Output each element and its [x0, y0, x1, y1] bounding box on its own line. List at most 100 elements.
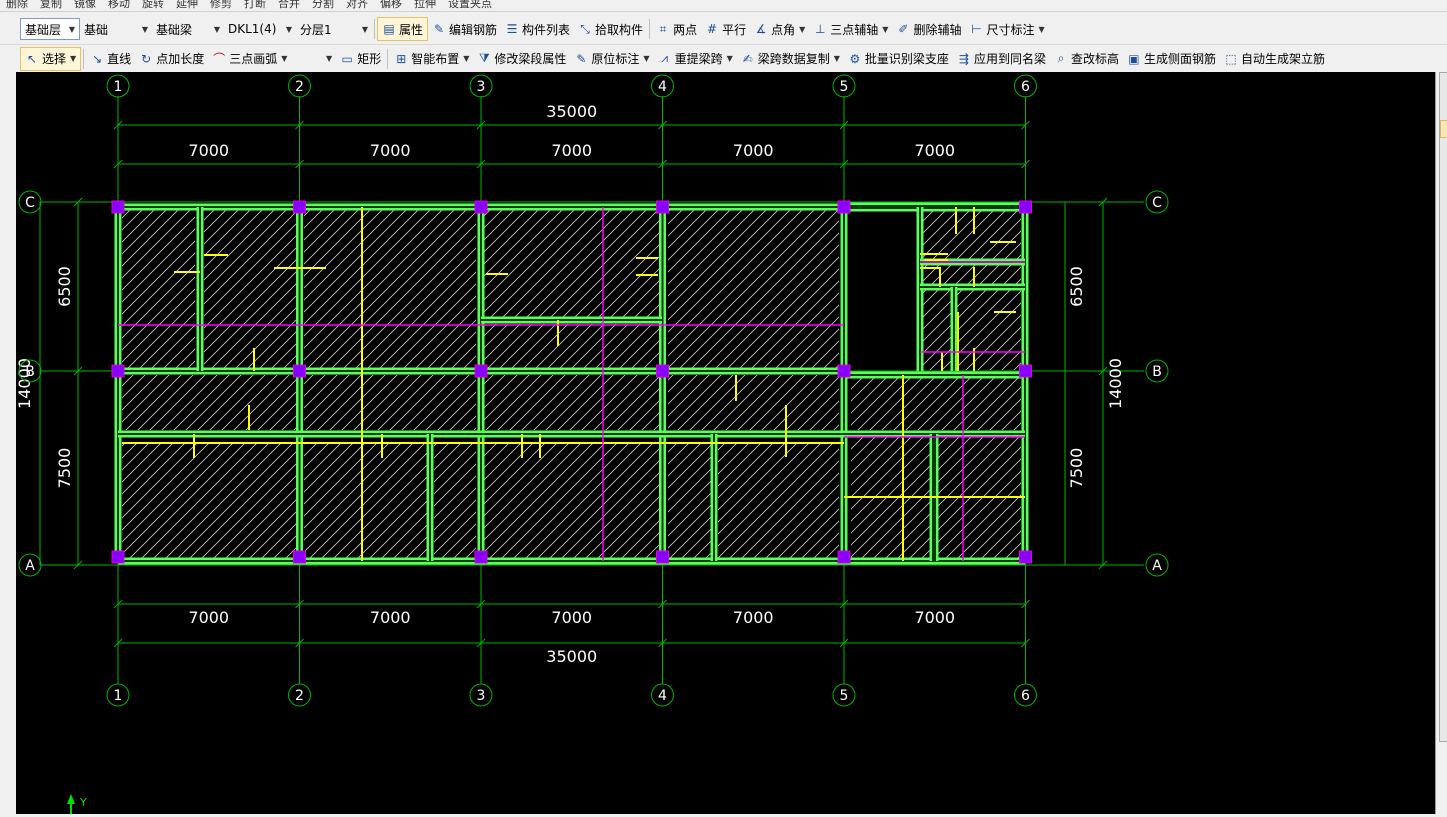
top-strip-item[interactable]: 删除: [0, 0, 34, 11]
vertical-scrollbar[interactable]: [1439, 72, 1447, 742]
axis-label-3: 3: [477, 688, 486, 704]
layer-select[interactable]: 基础层 ▼: [20, 18, 80, 40]
column: [474, 550, 488, 564]
span-icon: ⩘: [661, 51, 668, 65]
slab: [484, 375, 659, 430]
top-strip-item[interactable]: 设置夹点: [442, 0, 498, 11]
column: [111, 200, 125, 214]
component-select[interactable]: DKL1(4) ▼: [224, 18, 296, 40]
span-dimension-label: 7000: [733, 608, 774, 627]
three-point-axis-button[interactable]: ⊥ 三点辅轴 ▼: [809, 18, 892, 40]
column: [837, 364, 851, 378]
stand-rebar-button[interactable]: ⬚ 自动生成架立筋: [1220, 48, 1329, 70]
cad-drawing[interactable]: 35000 7000 7000 7000 7000 7000 7000 7000 7000 700…: [15, 72, 1435, 814]
total-width-label: 35000: [546, 647, 597, 666]
apply-same-button[interactable]: ⇶ 应用到同名梁: [953, 48, 1050, 70]
smart-layout-button[interactable]: ⊞ 智能布置 ▼: [390, 48, 473, 70]
point-angle-button[interactable]: ∡ 点角 ▼: [750, 18, 809, 40]
point-length-label: 点加长度: [156, 52, 205, 66]
rect-button[interactable]: ▭ 矩形: [336, 48, 385, 70]
line-button[interactable]: ↘ 直线: [86, 48, 135, 70]
reextract-span-button[interactable]: ⩘ 重提梁跨 ▼: [654, 48, 737, 70]
copy-span-data-button[interactable]: ✍ 梁跨数据复制 ▼: [737, 48, 844, 70]
top-strip-item[interactable]: 分割: [306, 0, 340, 11]
column: [111, 364, 125, 378]
two-points-label: 两点: [673, 22, 698, 37]
panel-tab[interactable]: [1440, 120, 1447, 138]
top-strip-item[interactable]: 镜像: [68, 0, 102, 11]
type-select[interactable]: 基础 ▼: [80, 18, 152, 40]
modify-elev-button[interactable]: ⌕ 查改标高: [1050, 48, 1123, 70]
two-points-button[interactable]: ⌗ 两点: [652, 18, 701, 40]
component-list-button[interactable]: ☰ 构件列表: [501, 18, 574, 40]
select-button[interactable]: ↖ 选择 ▼: [20, 46, 82, 71]
delete-axis-label: 删除辅轴: [913, 22, 962, 37]
axis-label-B: B: [1152, 364, 1162, 380]
top-strip-item[interactable]: 修剪: [204, 0, 238, 11]
rectangle-icon: ▭: [341, 51, 353, 66]
rebar-icon: ▣: [1128, 51, 1140, 66]
modify-span-label: 修改梁段属性: [494, 52, 567, 66]
top-strip-item[interactable]: 延伸: [170, 0, 204, 11]
top-strip-item[interactable]: 合并: [272, 0, 306, 11]
slab: [938, 437, 1021, 560]
axis-label-A: A: [25, 558, 35, 574]
drawing-canvas[interactable]: 35000 7000 7000 7000 7000 7000 7000 7000 7000 700…: [15, 72, 1435, 814]
side-rebar-button[interactable]: ▣ 生成侧面钢筋: [1123, 48, 1220, 70]
pick-component-button[interactable]: ⤡ 拾取构件: [574, 18, 647, 40]
axis-label-1: 1: [114, 79, 123, 95]
slab: [668, 375, 839, 430]
slab: [304, 442, 428, 560]
batch-identify-label: 批量识别梁支座: [864, 52, 949, 66]
dimension-button[interactable]: ⊢ 尺寸标注 ▼: [965, 18, 1048, 40]
total-height-label: 14000: [1106, 358, 1125, 409]
axis-label-5: 5: [840, 79, 849, 95]
top-strip-item[interactable]: 移动: [102, 0, 136, 11]
span-dimension-label: 7000: [370, 141, 411, 160]
top-strip-item[interactable]: 对齐: [340, 0, 374, 11]
top-strip-item[interactable]: 旋转: [136, 0, 170, 11]
column: [656, 364, 669, 378]
top-strip-item[interactable]: 拉伸: [408, 0, 442, 11]
total-width-label: 35000: [546, 102, 597, 121]
slab: [851, 437, 931, 560]
separator: [83, 48, 85, 69]
two-points-icon: ⌗: [659, 21, 667, 36]
point-length-button[interactable]: ↻ 点加长度: [135, 48, 208, 70]
properties-label: 属性: [399, 22, 424, 37]
dimension-label: 尺寸标注: [986, 22, 1035, 37]
magnifier-icon: ⌕: [1057, 51, 1065, 65]
stand-rebar-label: 自动生成架立筋: [1240, 52, 1325, 66]
dimension-icon: ⊢: [971, 22, 982, 36]
batch-identify-button[interactable]: ⚙ 批量识别梁支座: [844, 48, 953, 70]
parallel-button[interactable]: # 平行: [701, 18, 750, 40]
column: [474, 364, 488, 378]
three-point-axis-label: 三点辅轴: [830, 22, 879, 37]
axis-label-2: 2: [295, 79, 304, 95]
slab: [923, 290, 1021, 370]
edit-rebar-button[interactable]: ✎ 编辑钢筋: [428, 18, 501, 40]
modify-span-button[interactable]: ⧩ 修改梁段属性: [473, 48, 570, 70]
brush-icon: ✍: [742, 51, 753, 66]
properties-button[interactable]: ▤ 属性: [377, 17, 429, 41]
identify-icon: ⚙: [849, 51, 861, 66]
top-strip-item[interactable]: 打断: [238, 0, 272, 11]
delete-axis-button[interactable]: ✐ 删除辅轴: [892, 18, 965, 40]
subtype-select[interactable]: 基础梁 ▼: [152, 18, 224, 40]
column: [111, 550, 125, 564]
top-strip-item[interactable]: 偏移: [374, 0, 408, 11]
span-dimension-label: 7000: [188, 608, 229, 627]
axis-label-2: 2: [295, 688, 304, 704]
chevron-down-icon: ▼: [882, 24, 889, 34]
span-dimension-label: 7000: [370, 608, 411, 627]
reextract-span-label: 重提梁跨: [674, 52, 723, 66]
floor-select[interactable]: 分层1 ▼: [296, 18, 372, 40]
subtype-select-value: 基础梁: [156, 22, 193, 37]
line-label: 直线: [107, 52, 132, 66]
separator: [649, 19, 651, 39]
in-place-mark-button[interactable]: ✎ 原位标注 ▼: [570, 48, 653, 70]
chevron-down-icon: ▼: [68, 24, 75, 34]
top-strip-item[interactable]: 复制: [34, 0, 68, 11]
type-select-value: 基础: [84, 22, 109, 37]
arc-button[interactable]: ⌒ 三点画弧 ▼ ▼: [208, 48, 336, 70]
